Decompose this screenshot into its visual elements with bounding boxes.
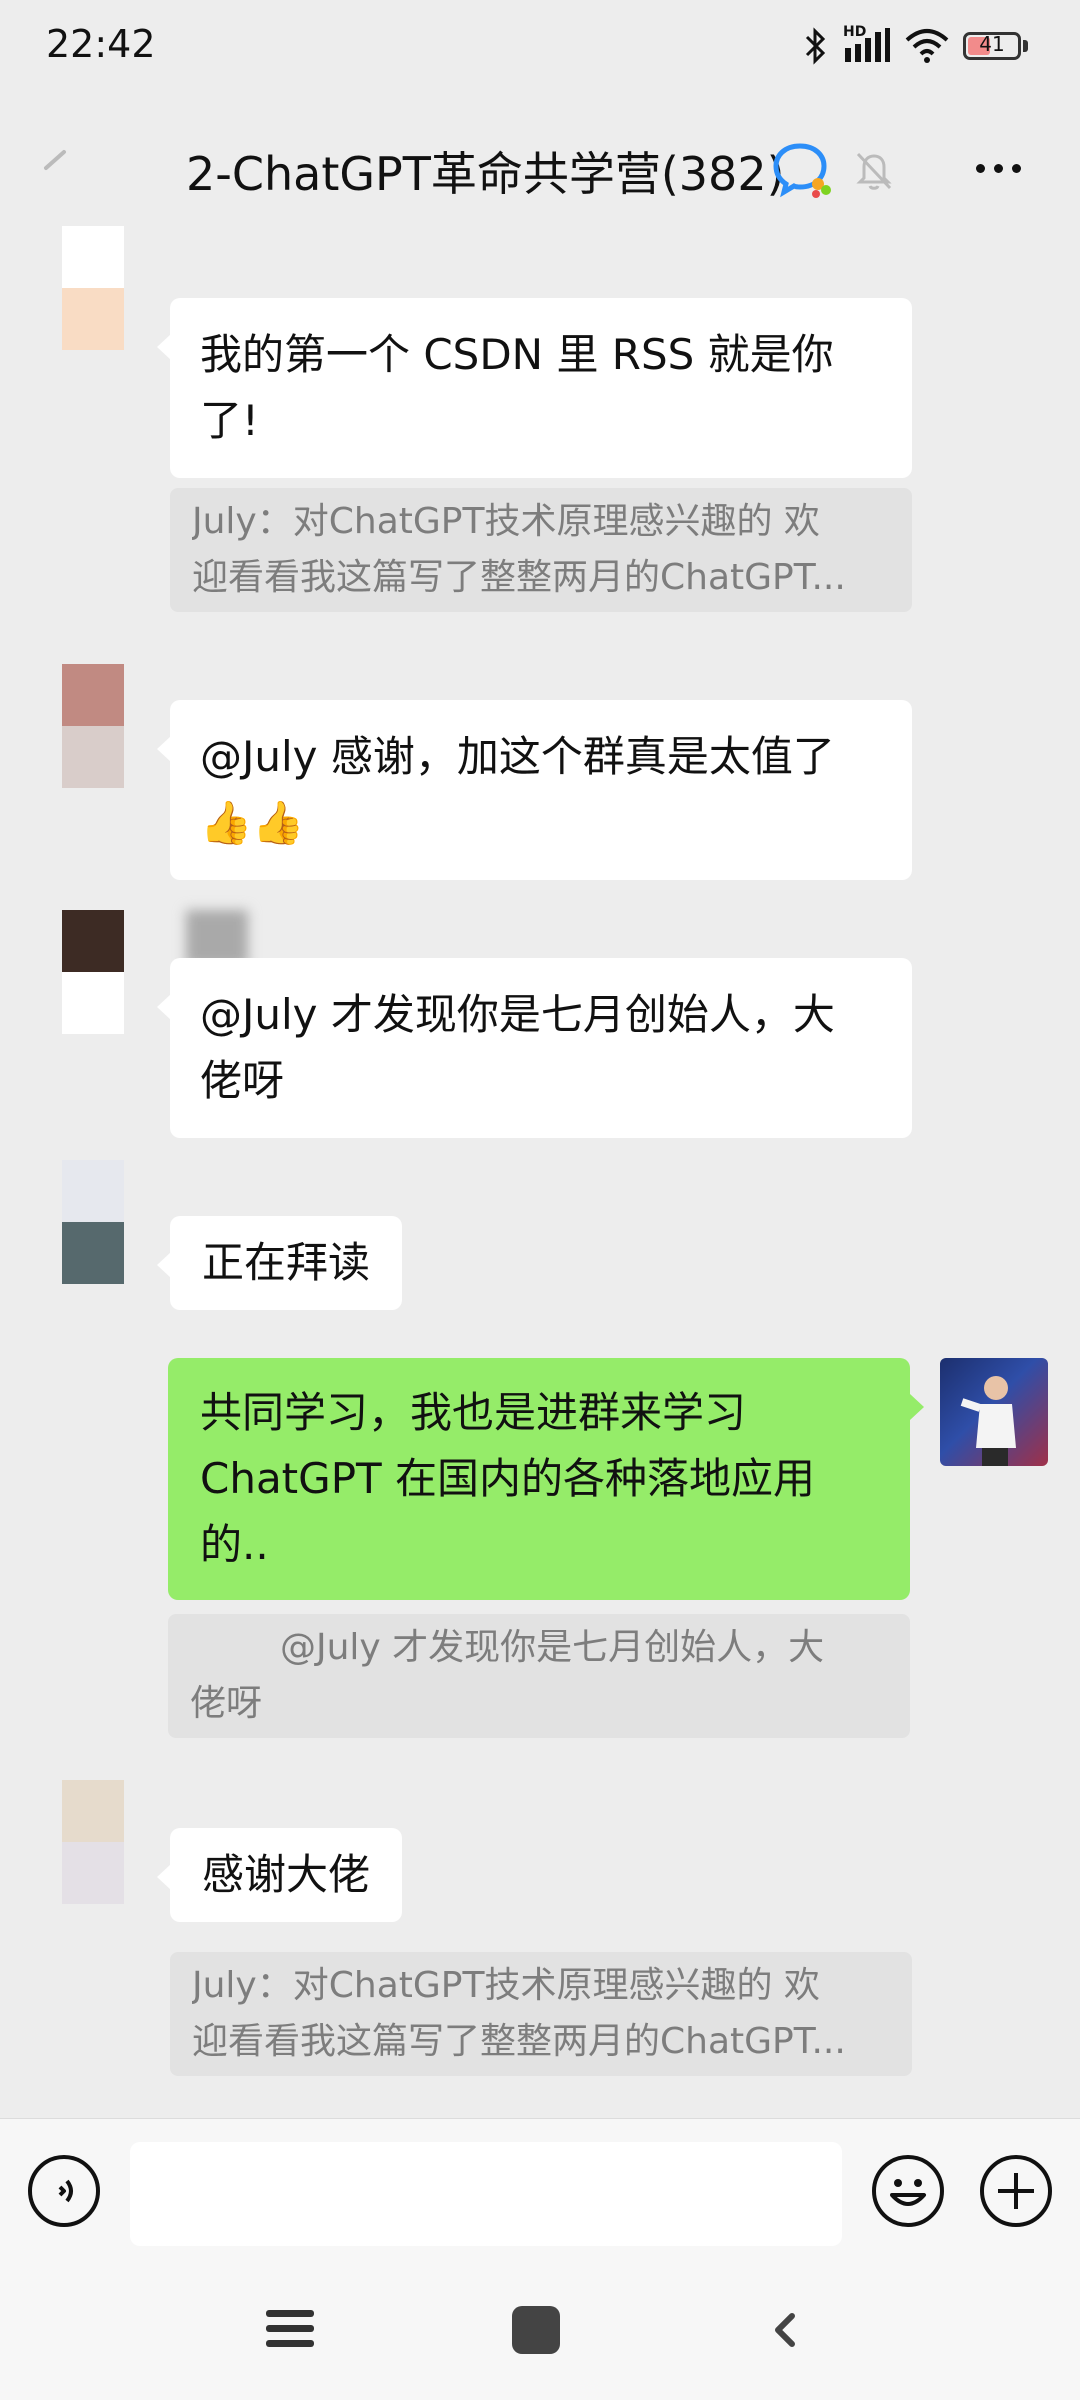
message-text: 我的第一个 CSDN 里 RSS 就是你 <box>200 330 834 379</box>
voice-button[interactable] <box>28 2155 100 2227</box>
battery-level: 41 <box>979 32 1005 56</box>
message-text: 正在拜读 <box>202 1238 371 1287</box>
more-icon[interactable] <box>976 164 1021 173</box>
message-text: 👍👍 <box>200 798 305 847</box>
message-bubble[interactable]: 我的第一个 CSDN 里 RSS 就是你 了! <box>157 298 912 478</box>
quote-text: July：对ChatGPT技术原理感兴趣的 欢 <box>192 1965 820 2006</box>
quote-text: @July 才发现你是七月创始人，大 <box>280 1627 825 1668</box>
quoted-message[interactable]: July：对ChatGPT技术原理感兴趣的 欢 迎看看我这篇写了整整两月的Cha… <box>170 488 912 612</box>
avatar[interactable] <box>62 910 124 1034</box>
message-text: 的.. <box>200 1520 269 1569</box>
message-text: ChatGPT 在国内的各种落地应用 <box>200 1454 816 1503</box>
quote-text: 迎看看我这篇写了整整两月的ChatGPT... <box>192 2021 846 2062</box>
message-bubble[interactable]: @July 才发现你是七月创始人，大 佬呀 <box>157 958 912 1138</box>
emoji-button[interactable] <box>872 2155 944 2227</box>
chat-bubble-icon[interactable] <box>772 140 834 198</box>
home-icon[interactable] <box>512 2306 560 2354</box>
self-avatar[interactable] <box>940 1358 1048 1466</box>
message-text: 共同学习，我也是进群来学习 <box>200 1388 747 1437</box>
status-icons: HD 41 <box>803 24 1028 66</box>
battery-icon: 41 <box>963 32 1021 60</box>
avatar[interactable] <box>62 226 124 350</box>
back-arrow-icon[interactable] <box>764 2308 808 2352</box>
plus-icon <box>998 2173 1034 2209</box>
message-text: 佬呀 <box>200 1056 285 1105</box>
avatar[interactable] <box>62 664 124 788</box>
message-input[interactable] <box>130 2142 842 2246</box>
quote-text: 佬呀 <box>190 1683 263 1724</box>
signal-icon: HD <box>843 24 891 66</box>
plus-button[interactable] <box>980 2155 1052 2227</box>
quoted-message[interactable]: July：对ChatGPT技术原理感兴趣的 欢 迎看看我这篇写了整整两月的Cha… <box>170 1952 912 2076</box>
avatar[interactable] <box>62 1780 124 1904</box>
message-text: 感谢大佬 <box>202 1850 371 1899</box>
status-time: 22:42 <box>46 22 156 66</box>
menu-icon[interactable] <box>266 2310 314 2355</box>
quote-text: 迎看看我这篇写了整整两月的ChatGPT... <box>192 557 846 598</box>
emoji-icon <box>890 2179 926 2206</box>
message-bubble[interactable]: 感谢大佬 <box>157 1828 403 1922</box>
quote-text: July：对ChatGPT技术原理感兴趣的 欢 <box>192 501 820 542</box>
mute-bell-icon <box>856 152 892 190</box>
chat-title: 2-ChatGPT革命共学营(382) <box>186 147 785 201</box>
quoted-message[interactable]: @July 才发现你是七月创始人，大 佬呀 <box>168 1614 910 1738</box>
wifi-icon <box>905 29 949 63</box>
message-text: 了! <box>200 396 259 445</box>
message-bubble-self[interactable]: 共同学习，我也是进群来学习 ChatGPT 在国内的各种落地应用 的.. <box>168 1358 924 1600</box>
avatar[interactable] <box>62 1160 124 1284</box>
message-bubble[interactable]: @July 感谢，加这个群真是太值了 👍👍 <box>157 700 912 880</box>
bluetooth-icon <box>805 27 826 65</box>
message-bubble[interactable]: 正在拜读 <box>157 1216 403 1310</box>
back-icon[interactable] <box>38 148 72 182</box>
voice-icon <box>58 2179 73 2203</box>
message-text: @July 感谢，加这个群真是太值了 <box>200 732 835 781</box>
message-text: @July 才发现你是七月创始人，大 <box>200 990 835 1039</box>
